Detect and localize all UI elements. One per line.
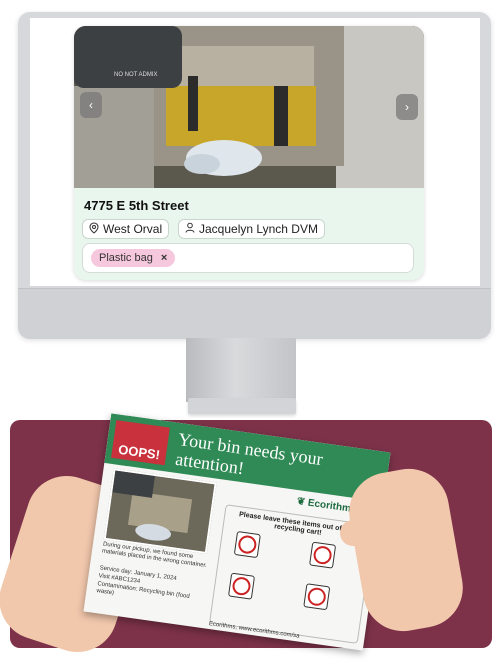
tag-input[interactable]: Plastic bag × <box>82 243 414 273</box>
location-chip[interactable]: West Orval <box>82 219 170 239</box>
address-title: 4775 E 5th Street <box>84 198 189 213</box>
postcard-bin-photo <box>103 468 217 554</box>
brand-logo: ❦ Ecorithms <box>296 496 357 515</box>
bin-photo-illustration: NO NOT ADMIX <box>74 26 424 188</box>
tag-chip[interactable]: Plastic bag × <box>91 249 176 267</box>
prev-photo-button[interactable]: ‹ <box>80 92 102 118</box>
person-icon <box>185 222 195 236</box>
monitor-chin <box>18 288 491 339</box>
report-card[interactable]: NO NOT ADMIX ‹ › 4775 E 5th Street West … <box>74 26 424 280</box>
monitor-stand <box>186 338 296 402</box>
bin-photo: NO NOT ADMIX <box>74 26 424 188</box>
tag-label: Plastic bag <box>99 252 153 264</box>
right-thumb <box>340 520 386 546</box>
person-chip-label: Jacquelyn Lynch DVM <box>199 222 318 236</box>
oops-badge: OOPS! <box>111 420 170 466</box>
no-bag-icon <box>233 531 261 559</box>
monitor-stand-base <box>188 398 296 414</box>
no-bottle-icon <box>309 541 337 569</box>
person-chip[interactable]: Jacquelyn Lynch DVM <box>178 219 325 239</box>
bin-lid-label: NO NOT ADMIX <box>114 72 158 78</box>
next-photo-button[interactable]: › <box>396 94 418 120</box>
location-pin-icon <box>89 221 99 237</box>
no-hose-icon <box>303 583 331 611</box>
location-chip-label: West Orval <box>103 222 163 236</box>
no-food-icon <box>227 572 256 600</box>
remove-tag-button[interactable]: × <box>161 252 167 264</box>
